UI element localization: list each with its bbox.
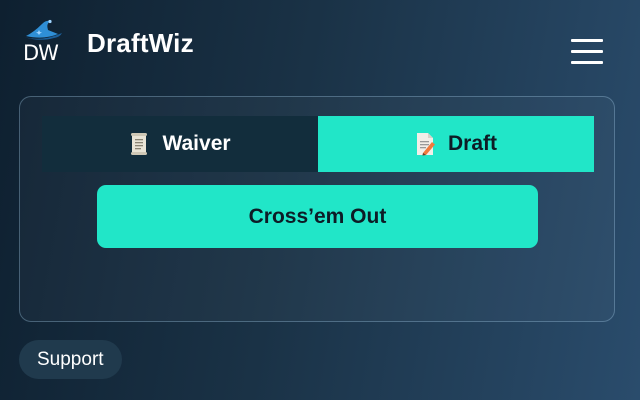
pencil-document-icon [415,132,435,156]
tab-waiver[interactable]: Waiver [42,116,318,172]
tab-waiver-label: Waiver [162,132,231,155]
app-title: DraftWiz [87,28,194,58]
support-label: Support [37,348,104,370]
tab-draft[interactable]: Draft [318,116,594,172]
scroll-document-icon [129,132,149,156]
main-card: Waiver Draft Cross’em Out [19,96,615,322]
tab-draft-label: Draft [447,132,497,155]
draftwiz-logo: DW [20,18,68,64]
svg-text:DW: DW [23,41,59,64]
wizard-hat-logo-icon: DW [23,19,62,64]
cross-em-out-button[interactable]: Cross’em Out [97,185,538,248]
mode-tabs: Waiver Draft [42,116,594,172]
support-button[interactable]: Support [19,340,122,379]
app-header: DW DraftWiz [0,0,640,84]
hamburger-menu-icon[interactable] [568,36,606,68]
